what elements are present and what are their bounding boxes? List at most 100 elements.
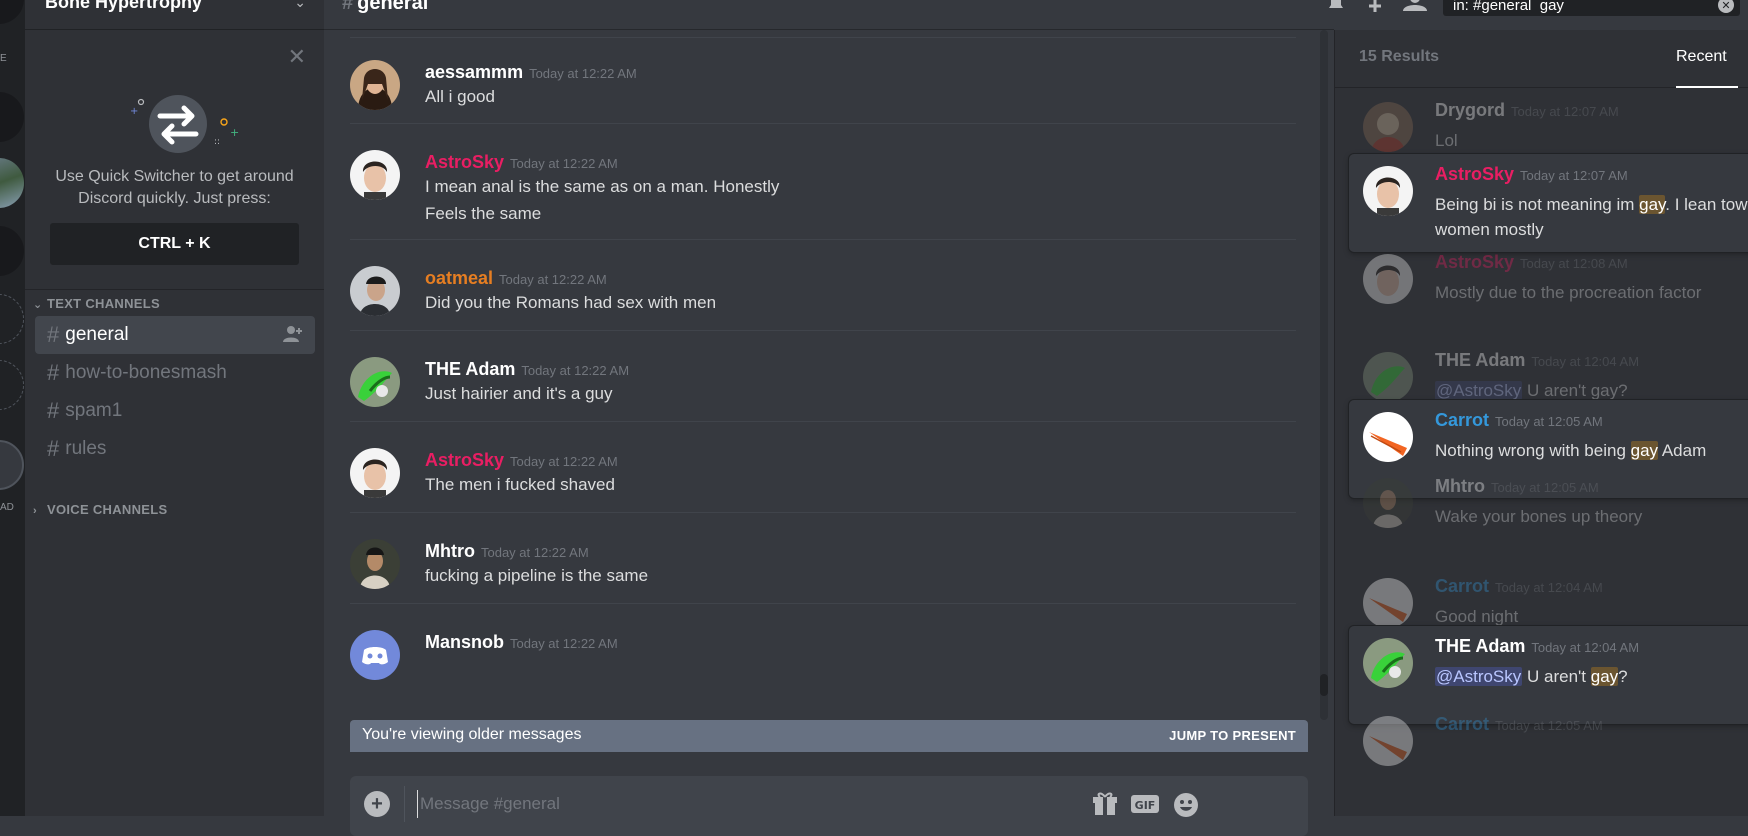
avatar[interactable] (350, 60, 400, 110)
result-timestamp: Today at 12:07 AM (1520, 168, 1628, 183)
result-author[interactable]: AstroSky (1435, 164, 1514, 184)
chevron-down-icon[interactable]: ⌄ (294, 0, 306, 11)
channel-label: general (65, 324, 129, 345)
server-icon[interactable] (0, 226, 24, 276)
avatar[interactable] (1363, 638, 1413, 688)
search-result[interactable]: AstroSky Today at 12:07 AM Being bi is no… (1349, 154, 1748, 252)
avatar[interactable] (350, 357, 400, 407)
result-author[interactable]: THE Adam (1435, 350, 1525, 370)
quick-switcher-line: Use Quick Switcher to get around (55, 168, 294, 185)
result-timestamp: Today at 12:07 AM (1511, 104, 1619, 119)
message-author[interactable]: Mansnob (425, 632, 504, 652)
emoji-icon[interactable] (1172, 791, 1200, 819)
category-label: VOICE CHANNELS (47, 502, 168, 517)
search-input[interactable] (1451, 0, 1701, 16)
result-timestamp: Today at 12:04 AM (1531, 640, 1640, 655)
server-icon[interactable] (0, 92, 24, 142)
avatar[interactable] (1363, 352, 1413, 402)
result-timestamp: Today at 12:04 AM (1495, 580, 1603, 595)
avatar[interactable] (1363, 166, 1413, 216)
avatar[interactable] (350, 539, 400, 589)
message-author[interactable]: THE Adam (425, 359, 515, 379)
channel-general[interactable]: # general (35, 316, 315, 354)
invite-user-icon[interactable] (283, 325, 303, 343)
message-author[interactable]: AstroSky (425, 152, 504, 172)
message-input[interactable] (417, 790, 1017, 818)
message-divider (350, 421, 1296, 422)
server-icon[interactable] (0, 294, 24, 344)
older-messages-notice: You're viewing older messages (362, 726, 582, 743)
message-author[interactable]: AstroSky (425, 450, 504, 470)
avatar[interactable] (350, 630, 400, 680)
result-author[interactable]: AstroSky (1435, 252, 1514, 272)
server-icon[interactable] (0, 360, 24, 410)
avatar[interactable] (350, 448, 400, 498)
result-author[interactable]: Carrot (1435, 576, 1489, 596)
download-apps-icon[interactable] (0, 440, 24, 490)
message-text: Just hairier and it's a guy (425, 384, 613, 403)
pin-icon[interactable] (1365, 0, 1385, 12)
message-timestamp: Today at 12:22 AM (480, 545, 589, 560)
message-author[interactable]: aessammm (425, 62, 523, 82)
chat-scrollbar-thumb[interactable] (1320, 674, 1328, 696)
jump-to-present-button[interactable]: JUMP TO PRESENT (1169, 728, 1296, 743)
result-author[interactable]: THE Adam (1435, 636, 1525, 656)
member-list-icon[interactable] (1400, 0, 1430, 12)
message-text: The men i fucked shaved (425, 475, 615, 494)
result-text: @AstroSky U aren't gay? (1435, 664, 1748, 689)
result-author[interactable]: Mhtro (1435, 476, 1485, 496)
gift-icon[interactable] (1092, 791, 1118, 817)
avatar[interactable] (1363, 478, 1413, 528)
chat-scrollbar[interactable] (1320, 30, 1328, 720)
gif-icon[interactable]: GIF (1130, 791, 1160, 817)
category-label: TEXT CHANNELS (47, 296, 160, 311)
message-author[interactable]: oatmeal (425, 268, 493, 288)
channel-rules[interactable]: # rules (35, 430, 315, 468)
channel-how-to-bonesmash[interactable]: # how-to-bonesmash (35, 354, 315, 392)
sort-tab-recent[interactable]: Recent (1676, 48, 1727, 66)
avatar[interactable] (350, 266, 400, 316)
quick-switcher-line: Discord quickly. Just press: (78, 190, 271, 207)
category-voice-channels[interactable]: › VOICE CHANNELS (33, 502, 168, 517)
quick-switcher-arrows-icon: + + :: (130, 95, 239, 153)
result-author[interactable]: Carrot (1435, 410, 1489, 430)
avatar[interactable] (1363, 412, 1413, 462)
guild-header[interactable]: Bone Hypertrophy ⌄ (25, 0, 324, 30)
search-bar[interactable]: ✕ (1443, 0, 1740, 16)
message-timestamp: Today at 12:22 AM (529, 66, 637, 81)
user-mention[interactable]: @AstroSky (1435, 381, 1523, 400)
avatar[interactable] (1363, 102, 1413, 152)
channel-spam1[interactable]: # spam1 (35, 392, 315, 430)
server-icon[interactable] (0, 158, 24, 208)
result-text: Mostly due to the procreation factor (1435, 283, 1702, 302)
message-divider (350, 123, 1296, 124)
rail-label: AD (0, 502, 14, 513)
search-result-context: Mhtro Today at 12:05 AM Wake your bones u… (1349, 466, 1748, 564)
message-author[interactable]: Mhtro (425, 541, 475, 561)
category-text-channels[interactable]: ⌄ TEXT CHANNELS (33, 296, 160, 311)
chat-header: # general (324, 0, 1334, 30)
upload-plus-icon[interactable]: + (364, 791, 390, 817)
channel-title: # general (342, 0, 428, 15)
message-timestamp: Today at 12:22 AM (510, 156, 618, 171)
close-icon[interactable]: ✕ (288, 44, 306, 70)
result-author[interactable]: Carrot (1435, 714, 1489, 734)
avatar[interactable] (350, 150, 400, 200)
message-list: aessammm Today at 12:22 AM All i good Ast… (324, 30, 1324, 720)
bell-icon[interactable] (1325, 0, 1347, 12)
avatar[interactable] (1363, 578, 1413, 628)
hash-icon: # (47, 436, 60, 461)
message-divider (350, 603, 1296, 604)
channel-title-text: general (357, 0, 429, 14)
avatar[interactable] (1363, 254, 1413, 304)
message-text: fucking a pipeline is the same (425, 566, 649, 585)
result-timestamp: Today at 12:05 AM (1495, 718, 1603, 733)
clear-search-icon[interactable]: ✕ (1718, 0, 1734, 13)
avatar[interactable] (1363, 716, 1413, 766)
home-server-icon[interactable] (0, 0, 24, 24)
user-mention[interactable]: @AstroSky (1435, 667, 1523, 686)
search-highlight: gay (1630, 441, 1659, 460)
result-author[interactable]: Drygord (1435, 100, 1505, 120)
hash-icon: # (47, 398, 60, 423)
result-text-part: Being bi is not meaning im (1435, 195, 1640, 214)
